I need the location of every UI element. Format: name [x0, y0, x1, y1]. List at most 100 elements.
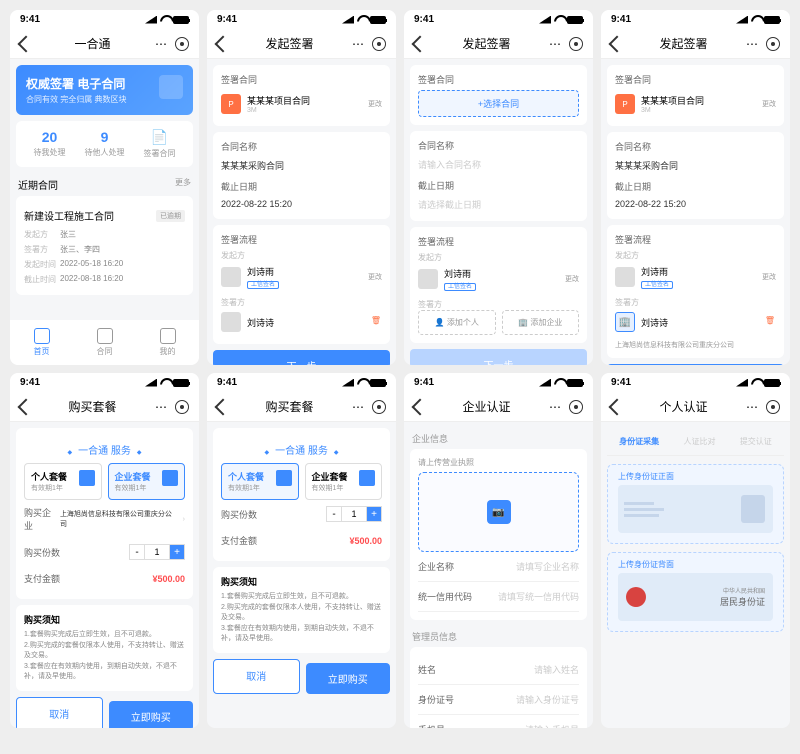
more-icon[interactable]: ⋯ — [350, 399, 366, 415]
screen-enterprise-auth: 9:41 企业认证 ⋯ 企业信息 请上传营业执照 📷 企业名称请填写企业名称 统… — [404, 373, 593, 728]
screen-purchase-2: 9:41 购买套餐 ⋯ 一合通 服务 个人套餐有效期1年 企业套餐有效期1年 购… — [207, 373, 396, 728]
next-button[interactable]: 下一步 — [410, 349, 587, 365]
deadline-input[interactable]: 2022-08-22 15:20 — [221, 197, 382, 211]
target-icon[interactable] — [372, 400, 386, 414]
page-title: 购买套餐 — [229, 398, 350, 415]
deadline-input[interactable]: 请选择截止日期 — [418, 196, 579, 213]
more-icon[interactable]: ⋯ — [547, 36, 563, 52]
user-icon — [79, 470, 95, 486]
target-icon[interactable] — [766, 37, 780, 51]
company-selector[interactable]: 购买企业 上海旭尚信息科技有限公司重庆分公司› — [24, 500, 185, 538]
page-title: 购买套餐 — [32, 398, 153, 415]
company-name-input[interactable]: 企业名称请填写企业名称 — [418, 552, 579, 582]
more-icon[interactable]: ⋯ — [547, 399, 563, 415]
upload-id-front[interactable]: 上传身份证正面 + — [607, 464, 784, 544]
more-link[interactable]: 更多 — [175, 177, 191, 192]
target-icon[interactable] — [372, 37, 386, 51]
quantity-stepper[interactable]: - 1 + — [129, 544, 185, 560]
plus-button[interactable]: + — [366, 506, 382, 522]
minus-button[interactable]: - — [326, 506, 342, 522]
pkg-personal[interactable]: 个人套餐有效期1年 — [221, 463, 299, 500]
add-person-button[interactable]: 👤 添加个人 — [418, 310, 496, 335]
step-2: 人证比对 — [683, 436, 715, 447]
credit-code-input[interactable]: 统一信用代码请填写统一信用代码 — [418, 582, 579, 612]
stat-pending-others[interactable]: 9待他人处理 — [85, 129, 125, 159]
minus-button[interactable]: - — [129, 544, 145, 560]
company-icon: 🏢 — [615, 312, 635, 332]
emblem-icon — [626, 587, 646, 607]
pkg-personal[interactable]: 个人套餐有效期1年 — [24, 463, 102, 500]
step-1: 身份证采集 — [619, 436, 659, 447]
target-icon[interactable] — [175, 37, 189, 51]
phone-input[interactable]: 手机号请输入手机号 — [418, 715, 579, 728]
more-icon[interactable]: ⋯ — [153, 36, 169, 52]
target-icon[interactable] — [766, 400, 780, 414]
page-title: 发起签署 — [229, 35, 350, 52]
pkg-enterprise[interactable]: 企业套餐有效期1年 — [108, 463, 186, 500]
quantity-stepper[interactable]: - 1 + — [326, 506, 382, 522]
building-icon — [162, 470, 178, 486]
person-signer: 刘诗诗 🗑 — [221, 308, 382, 336]
section-title: 近期合同 — [18, 177, 58, 192]
status-bar: 9:41 — [10, 10, 199, 29]
next-button[interactable]: 下一步 — [607, 364, 784, 365]
shield-icon — [159, 75, 183, 99]
id-input[interactable]: 身份证号请输入身份证号 — [418, 685, 579, 715]
stat-sign[interactable]: 📄签署合同 — [144, 129, 176, 159]
select-contract-button[interactable]: +选择合同 — [418, 90, 579, 117]
target-icon[interactable] — [175, 400, 189, 414]
contract-file[interactable]: P 某某某项目合同3M 更改 — [221, 90, 382, 118]
edit-link[interactable]: 更改 — [368, 99, 382, 109]
page-title: 发起签署 — [623, 35, 744, 52]
avatar — [418, 269, 438, 289]
person-initiator: 刘诗雨工信签名 更改 — [418, 263, 579, 295]
buy-button[interactable]: 立即购买 — [306, 663, 391, 694]
buy-button[interactable]: 立即购买 — [109, 701, 194, 729]
delete-icon[interactable]: 🗑 — [764, 316, 776, 328]
more-icon[interactable]: ⋯ — [744, 399, 760, 415]
cancel-button[interactable]: 取消 — [16, 697, 103, 729]
portrait-icon — [741, 495, 765, 523]
add-company-button[interactable]: 🏢 添加企业 — [502, 310, 580, 335]
stat-pending-me[interactable]: 20待我处理 — [34, 129, 66, 159]
screen-initiate-sign-2: 9:41 发起签署 ⋯ 签署合同 +选择合同 合同名称 请输入合同名称 截止日期… — [404, 10, 593, 365]
tab-contracts[interactable]: 合同 — [97, 328, 113, 357]
next-button[interactable]: 下一步 — [213, 350, 390, 365]
contract-name-input[interactable]: 某某某采购合同 — [221, 157, 382, 174]
user-icon — [276, 470, 292, 486]
status-badge: 已逾期 — [156, 210, 185, 222]
screen-initiate-sign-3: 9:41 发起签署 ⋯ 签署合同 P 某某某项目合同3M 更改 合同名称 某某某… — [601, 10, 790, 365]
upload-license[interactable]: 📷 — [418, 472, 579, 552]
contract-file[interactable]: P 某某某项目合同3M 更改 — [615, 90, 776, 118]
target-icon[interactable] — [569, 400, 583, 414]
delete-icon[interactable]: 🗑 — [370, 316, 382, 328]
avatar — [221, 312, 241, 332]
screen-home: 9:41 一合通 ⋯ 权威签署 电子合同 合同有效 完全归属 典数区块 20待我… — [10, 10, 199, 365]
contract-name-input[interactable]: 某某某采购合同 — [615, 157, 776, 174]
deadline-input[interactable]: 2022-08-22 15:20 — [615, 197, 776, 211]
time: 9:41 — [20, 14, 40, 25]
avatar — [221, 267, 241, 287]
upload-id-back[interactable]: 上传身份证背面 中华人民共和国 居民身份证 + — [607, 552, 784, 632]
contract-name-input[interactable]: 请输入合同名称 — [418, 156, 579, 173]
more-icon[interactable]: ⋯ — [350, 36, 366, 52]
pkg-enterprise[interactable]: 企业套餐有效期1年 — [305, 463, 383, 500]
name-input[interactable]: 姓名请输入姓名 — [418, 655, 579, 685]
hero-banner[interactable]: 权威签署 电子合同 合同有效 完全归属 典数区块 — [16, 65, 193, 115]
more-icon[interactable]: ⋯ — [153, 399, 169, 415]
target-icon[interactable] — [569, 37, 583, 51]
screen-initiate-sign-1: 9:41 发起签署 ⋯ 签署合同 P 某某某项目合同3M 更改 合同名称 某某某… — [207, 10, 396, 365]
plus-button[interactable]: + — [169, 544, 185, 560]
person-initiator: 刘诗雨工信签名 更改 — [221, 261, 382, 293]
page-title: 个人认证 — [623, 398, 744, 415]
building-icon — [359, 470, 375, 486]
page-title: 企业认证 — [426, 398, 547, 415]
screen-purchase-1: 9:41 购买套餐 ⋯ 一合通 服务 个人套餐有效期1年 企业套餐有效期1年 购… — [10, 373, 199, 728]
contract-card[interactable]: 新建设工程施工合同 已逾期 发起方张三 签署方张三、李四 发起时间2022-05… — [16, 196, 193, 295]
page-title: 发起签署 — [426, 35, 547, 52]
more-icon[interactable]: ⋯ — [744, 36, 760, 52]
cancel-button[interactable]: 取消 — [213, 659, 300, 694]
tab-mine[interactable]: 我的 — [160, 328, 176, 357]
contract-name: 新建设工程施工合同 — [24, 208, 114, 223]
tab-home[interactable]: 首页 — [34, 328, 50, 357]
